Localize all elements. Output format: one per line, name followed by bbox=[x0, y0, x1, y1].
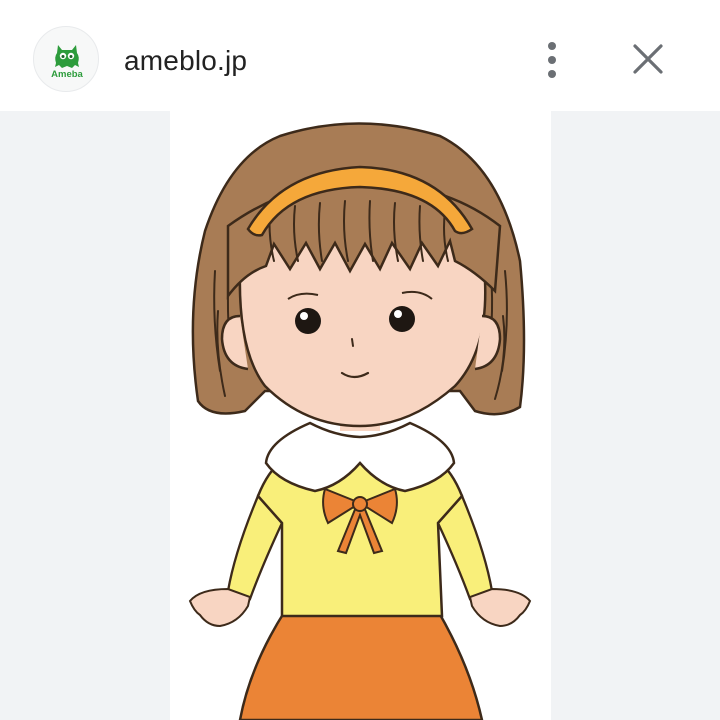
shirt bbox=[256, 459, 464, 618]
top-bar: Ameba ameblo.jp bbox=[0, 0, 720, 111]
girl-character-illustration bbox=[188, 122, 532, 720]
more-options-button[interactable] bbox=[532, 36, 572, 84]
image-viewer bbox=[0, 111, 720, 720]
more-vert-icon bbox=[548, 42, 556, 78]
close-button[interactable] bbox=[624, 38, 672, 82]
close-icon bbox=[633, 44, 663, 74]
site-icon[interactable]: Ameba bbox=[33, 26, 99, 92]
site-icon-label: Ameba bbox=[51, 69, 83, 80]
ameba-logo-icon: Ameba bbox=[51, 45, 84, 80]
site-title: ameblo.jp bbox=[124, 45, 248, 76]
skirt bbox=[238, 609, 484, 720]
image-panel[interactable] bbox=[170, 111, 551, 720]
